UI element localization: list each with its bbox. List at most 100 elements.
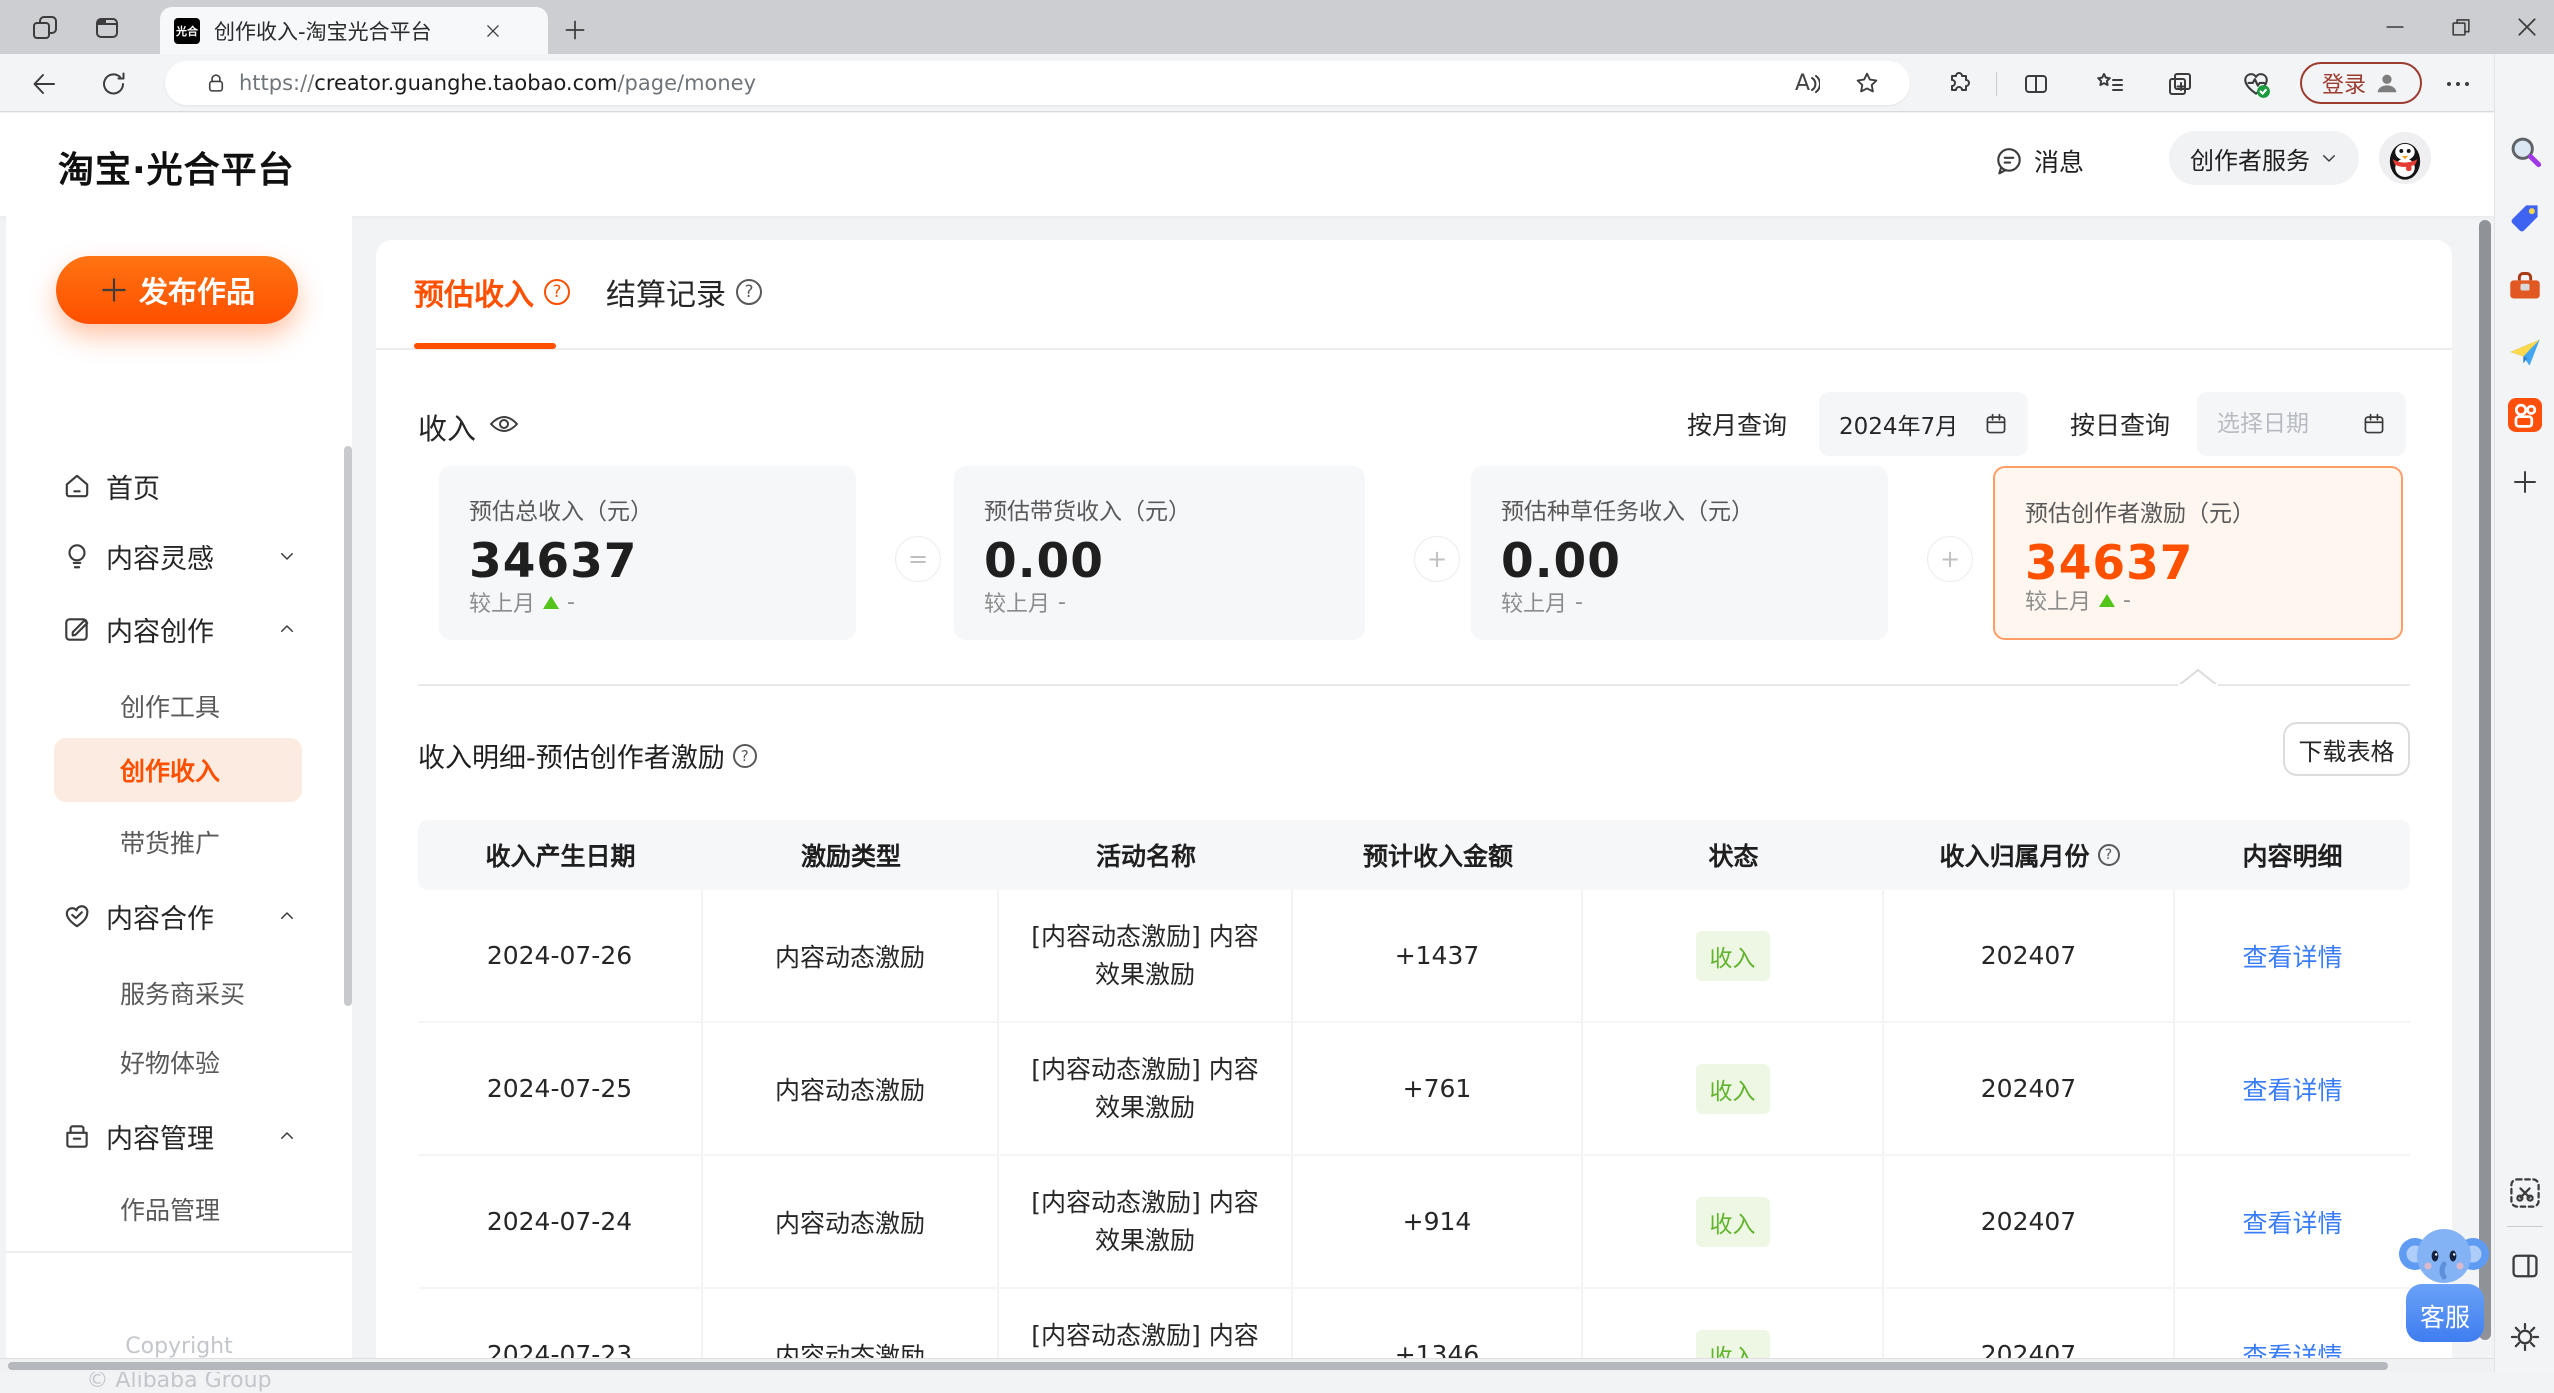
help-icon[interactable]	[2097, 844, 2120, 866]
copyright-line1: Copyright	[125, 1334, 233, 1359]
trend-up-icon	[2099, 593, 2116, 607]
page-scrollbar[interactable]	[2479, 220, 2491, 1340]
selected-card-caret	[2176, 668, 2220, 686]
view-details-link[interactable]: 查看详情	[2242, 938, 2342, 974]
detail-section-title: 收入明细-预估创作者激励	[418, 736, 757, 775]
new-tab-button[interactable]	[558, 14, 592, 46]
status-badge: 收入	[1695, 1196, 1770, 1247]
help-icon[interactable]	[736, 279, 762, 305]
tab-estimated-income[interactable]: 预估收入	[414, 270, 570, 314]
collections-icon[interactable]	[2162, 67, 2198, 101]
favorite-star-icon[interactable]	[1854, 70, 1880, 96]
browser-essentials-icon[interactable]	[2238, 67, 2274, 101]
eye-icon[interactable]	[488, 410, 520, 438]
qq-avatar[interactable]	[2379, 132, 2431, 184]
window-close-button[interactable]	[2504, 8, 2550, 46]
horizontal-scrollbar[interactable]	[0, 1358, 2494, 1372]
sidebar-panel-icon[interactable]	[2495, 1250, 2554, 1282]
sidebar-scrollbar[interactable]	[344, 446, 352, 1006]
sidebar-item-cooperation[interactable]: 内容合作	[6, 886, 352, 946]
edge-sidebar	[2494, 54, 2554, 1372]
table-row: 2024-07-24 内容动态激励 [内容动态激励] 内容效果激励 +914 收…	[418, 1156, 2410, 1289]
income-filter-row: 收入 按月查询 按日查询	[376, 392, 2452, 458]
login-label: 登录	[2321, 73, 2366, 98]
site-favicon: 光合	[174, 17, 200, 44]
month-query-label: 按月查询	[1687, 411, 1788, 440]
heart-hands-icon	[65, 905, 89, 928]
sidebar-item-service-provider[interactable]: 服务商采买	[6, 963, 352, 1023]
main-panel: 预估收入 结算记录 收入 按月查询 按日查询	[376, 240, 2452, 1372]
penguin-avatar-image	[2379, 132, 2431, 184]
publish-button[interactable]: 发布作品	[56, 256, 298, 324]
sidebar-item-content-management[interactable]: 内容管理	[6, 1106, 352, 1166]
plus-operator: +	[1927, 536, 1973, 582]
view-details-link[interactable]: 查看详情	[2242, 1071, 2342, 1107]
sidebar: 发布作品 首页 内容灵感 内容创作 创作工具 创作收入 带货推广 内容合作 服务…	[6, 216, 352, 1393]
sidebar-kuaishou-icon[interactable]	[2495, 398, 2554, 432]
income-tabs: 预估收入 结算记录	[376, 240, 2452, 350]
sidebar-item-home[interactable]: 首页	[6, 456, 352, 516]
refresh-button[interactable]	[96, 67, 132, 101]
sidebar-shopping-icon[interactable]	[2495, 202, 2554, 234]
sidebar-search-icon[interactable]	[2495, 134, 2554, 168]
read-aloud-icon[interactable]: A	[1795, 71, 1821, 96]
home-icon	[65, 474, 89, 498]
messages-button[interactable]: 消息	[1994, 143, 2084, 179]
sidebar-messenger-icon[interactable]	[2495, 336, 2554, 368]
equals-operator: =	[895, 536, 941, 582]
lightbulb-icon	[68, 544, 86, 569]
compose-icon	[65, 618, 89, 641]
sidebar-item-creation-tools[interactable]: 创作工具	[6, 676, 352, 736]
card-total-income[interactable]: 预估总收入（元） 34637 较上月 -	[439, 466, 856, 640]
card-creator-incentive[interactable]: 预估创作者激励（元） 34637 较上月 -	[1993, 466, 2403, 640]
address-bar[interactable]: https://creator.guanghe.taobao.com/page/…	[165, 61, 1910, 105]
browser-titlebar: 光合 创作收入-淘宝光合平台	[0, 0, 2554, 54]
lock-icon[interactable]	[205, 71, 227, 95]
window-minimize-button[interactable]	[2372, 8, 2418, 46]
plus-icon	[102, 278, 126, 302]
extensions-icon[interactable]	[1938, 67, 1974, 101]
page-content: 淘宝·光合平台 消息 创作者服务 发布作品 首页 内容灵感 内容创作 创作工具 …	[0, 113, 2494, 1393]
tab-title: 创作收入-淘宝光合平台	[214, 19, 432, 44]
browser-tab[interactable]: 光合 创作收入-淘宝光合平台	[160, 7, 548, 54]
creator-services-dropdown[interactable]: 创作者服务	[2169, 131, 2359, 185]
sidebar-item-product-promotion[interactable]: 带货推广	[6, 812, 352, 872]
sidebar-item-works-management[interactable]: 作品管理	[6, 1179, 352, 1239]
tab-actions-icon[interactable]	[90, 12, 124, 44]
card-seeding-task-income[interactable]: 预估种草任务收入（元） 0.00 较上月 -	[1471, 466, 1888, 640]
sidebar-item-creation[interactable]: 内容创作	[6, 599, 352, 659]
customer-support-widget[interactable]: 客服	[2398, 1212, 2490, 1344]
status-badge: 收入	[1695, 1063, 1770, 1114]
status-badge: 收入	[1695, 930, 1770, 981]
chevron-down-icon	[2323, 155, 2335, 162]
tab-close-icon[interactable]	[484, 22, 502, 40]
screenshot-tool-icon[interactable]	[2495, 1176, 2554, 1210]
plus-operator: +	[1414, 536, 1460, 582]
view-details-link[interactable]: 查看详情	[2242, 1204, 2342, 1240]
chevron-down-icon	[281, 553, 293, 560]
settings-more-icon[interactable]	[2440, 67, 2476, 101]
window-restore-button[interactable]	[2438, 8, 2484, 46]
publish-label: 发布作品	[138, 275, 255, 309]
back-button[interactable]	[26, 67, 62, 101]
income-detail-table: 收入产生日期 激励类型 活动名称 预计收入金额 状态 收入归属月份 内容明细 2…	[418, 820, 2410, 1372]
help-icon[interactable]	[732, 743, 757, 768]
sidebar-add-icon[interactable]	[2495, 468, 2554, 496]
split-screen-icon[interactable]	[2018, 67, 2054, 101]
card-sales-income[interactable]: 预估带货收入（元） 0.00 较上月 -	[954, 466, 1365, 640]
profile-icon	[2377, 74, 2397, 93]
sidebar-toolbox-icon[interactable]	[2495, 270, 2554, 302]
settings-gear-icon[interactable]	[2495, 1320, 2554, 1354]
day-query-label: 按日查询	[2070, 411, 2171, 440]
favorites-list-icon[interactable]	[2092, 67, 2128, 101]
horizontal-scrollbar-thumb[interactable]	[8, 1362, 2388, 1370]
tab-settlement-records[interactable]: 结算记录	[606, 270, 762, 314]
sidebar-item-inspiration[interactable]: 内容灵感	[6, 526, 352, 586]
browser-login-button[interactable]: 登录	[2300, 62, 2422, 104]
help-icon[interactable]	[544, 279, 570, 305]
trend-up-icon	[543, 595, 560, 609]
workspaces-icon[interactable]	[28, 12, 62, 44]
download-table-button[interactable]: 下载表格	[2283, 722, 2410, 776]
sidebar-item-creation-income[interactable]: 创作收入	[6, 740, 352, 800]
sidebar-item-product-trial[interactable]: 好物体验	[6, 1032, 352, 1092]
